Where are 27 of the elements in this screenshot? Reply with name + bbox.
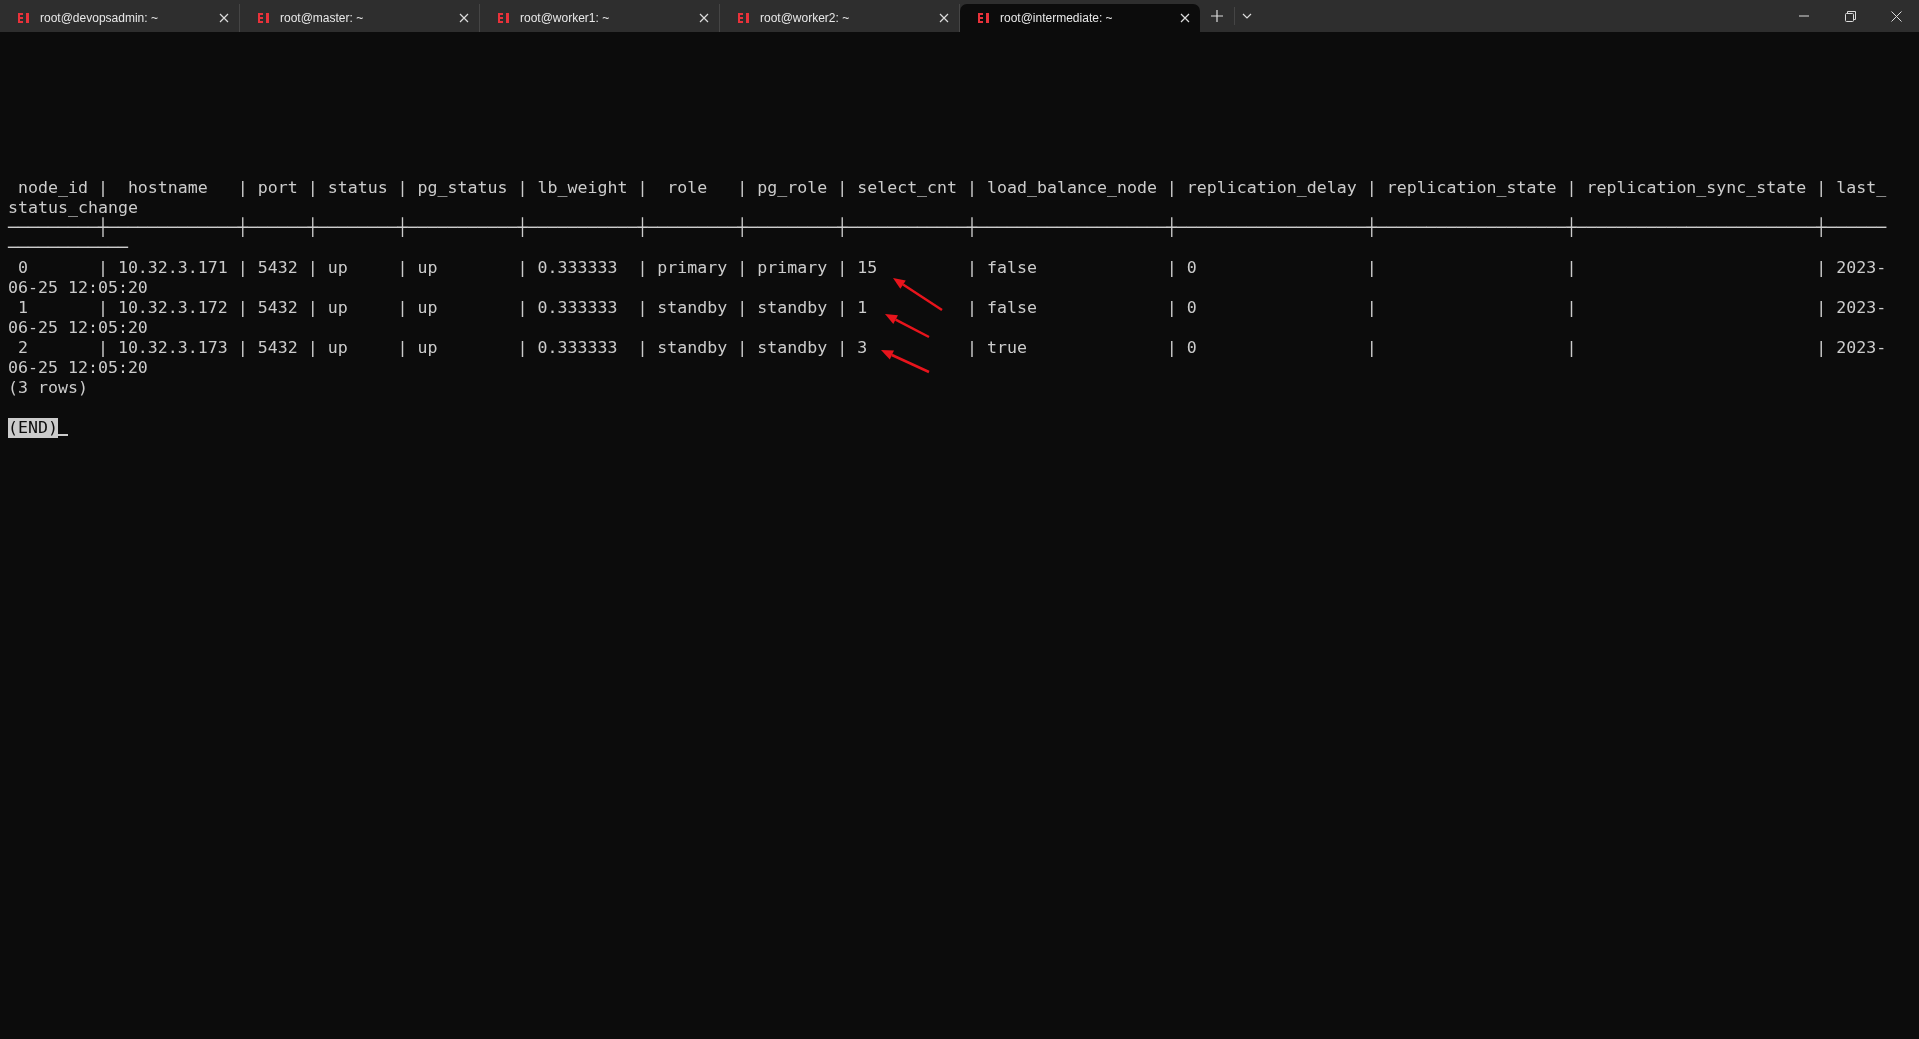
tab-title: root@worker2: ~ [760,11,851,25]
terminal-line: 2 | 10.32.3.173 | 5432 | up | up | 0.333333 | standby | standby | 3 | true | 0 | | | 2023- [17,338,1887,358]
terminal-icon [738,12,750,24]
terminal-line: 06-25 12:05:20 [8,358,148,378]
tab-title: root@worker1: ~ [520,11,611,25]
terminal-icon [18,12,30,24]
tab-title: root@master: ~ [280,11,365,25]
tab-title: root@devopsadmin: ~ [40,11,159,25]
terminal-line: (3 rows) [8,378,88,398]
terminal-line: 06-25 12:05:20 [8,318,148,338]
annotation-arrow [881,350,930,374]
tab-title: root@intermediate: ~ [1000,11,1114,25]
terminal-line: 06-25 12:05:20 [8,278,148,298]
terminal-line: status_change [8,198,138,217]
terminal-icon [978,12,990,24]
terminal-line: ─────────┼─────────────┼──────┼────────┼───────────┼───────────┼─────────┼─────────┼────────────┼───────────────────┼───────────────────┼───────────────────┼────────────────────────┼────── [8,218,1887,238]
annotation-arrow [885,314,930,339]
terminal-line: 0 | 10.32.3.171 | 5432 | up | up | 0.333333 | primary | primary | 15 | false | 0 | | | 2023- [17,258,1887,278]
pager-prompt: (END) [8,418,58,438]
terminal-line: 1 | 10.32.3.172 | 5432 | up | up | 0.333333 | standby | standby | 1 | false | 0 | | | 2023- [17,298,1887,318]
terminal-icon [498,12,510,24]
cursor [57,434,68,436]
terminal-line: node_id | hostname | port | status | pg_status | lb_weight | role | pg_role | select_cnt | load_balance_node | replication_delay | replication_state | replication_sync_state | last_ [17,178,1887,198]
terminal-icon [258,12,270,24]
annotation-arrow [893,278,943,312]
terminal-tab[interactable]: root@intermediate: ~ [960,4,1200,32]
terminal-line: ──────────── [8,238,128,258]
